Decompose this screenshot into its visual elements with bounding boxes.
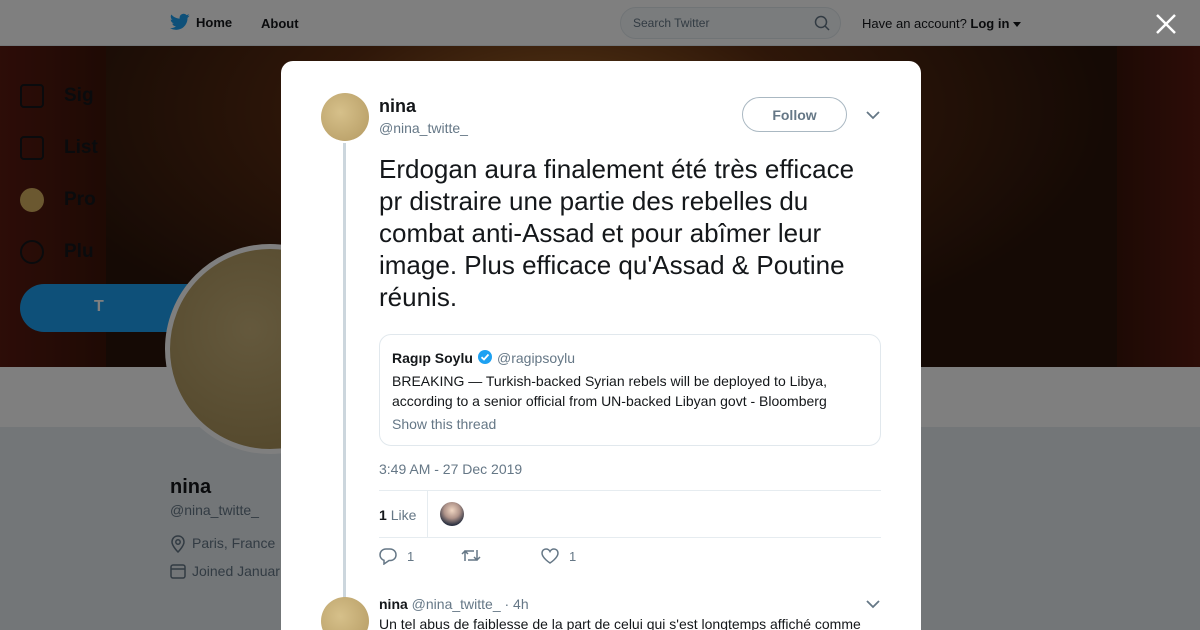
stats-divider [427,491,428,537]
chevron-down-icon[interactable] [866,600,880,609]
retweet-icon [461,549,481,562]
quoted-tweet-text: BREAKING — Turkish-backed Syrian rebels … [392,373,827,409]
like-button[interactable]: 1 [541,548,576,564]
quoted-tweet[interactable]: Ragıp Soylu @ragipsoylu BREAKING — Turki… [379,334,881,446]
reply-author-name[interactable]: nina [379,596,408,612]
reply-header: nina @nina_twitte_ · 4h [379,596,529,612]
author-avatar[interactable] [321,93,369,141]
reply-text: Un tel abus de faiblesse de la part de c… [379,616,861,630]
quoted-author-handle: @ragipsoylu [497,350,576,366]
likes-count-number: 1 [379,507,387,523]
reply-count: 1 [407,549,415,564]
close-icon[interactable] [1154,12,1178,36]
reply-button[interactable]: 1 [379,548,414,565]
reply-icon [379,548,397,565]
like-count: 1 [569,548,577,564]
liker-avatar[interactable] [440,502,464,526]
thread-line [343,143,346,598]
reply-author-avatar[interactable] [321,597,369,630]
likes-count[interactable]: 1 Like [379,507,416,523]
author-name[interactable]: nina [379,96,416,117]
retweet-button[interactable] [461,548,481,563]
tweet-timestamp[interactable]: 3:49 AM - 27 Dec 2019 [379,461,522,477]
tweet-modal: nina @nina_twitte_ Follow Erdogan aura f… [281,61,921,630]
reply-time[interactable]: · 4h [505,596,529,612]
chevron-down-icon[interactable] [866,111,880,120]
likes-count-label: Like [390,507,417,523]
tweet-stats: 1 Like [379,490,881,538]
verified-badge-icon [478,350,492,364]
tweet-text: Erdogan aura finalement été très efficac… [379,154,855,312]
tweet-actions: 1 1 [379,548,779,568]
follow-button[interactable]: Follow [742,97,847,132]
quoted-author-name: Ragıp Soylu [392,350,473,366]
heart-icon [541,548,559,564]
show-thread-link[interactable]: Show this thread [392,416,496,432]
author-handle[interactable]: @nina_twitte_ [379,120,468,136]
reply-author-handle[interactable]: @nina_twitte_ [412,596,501,612]
